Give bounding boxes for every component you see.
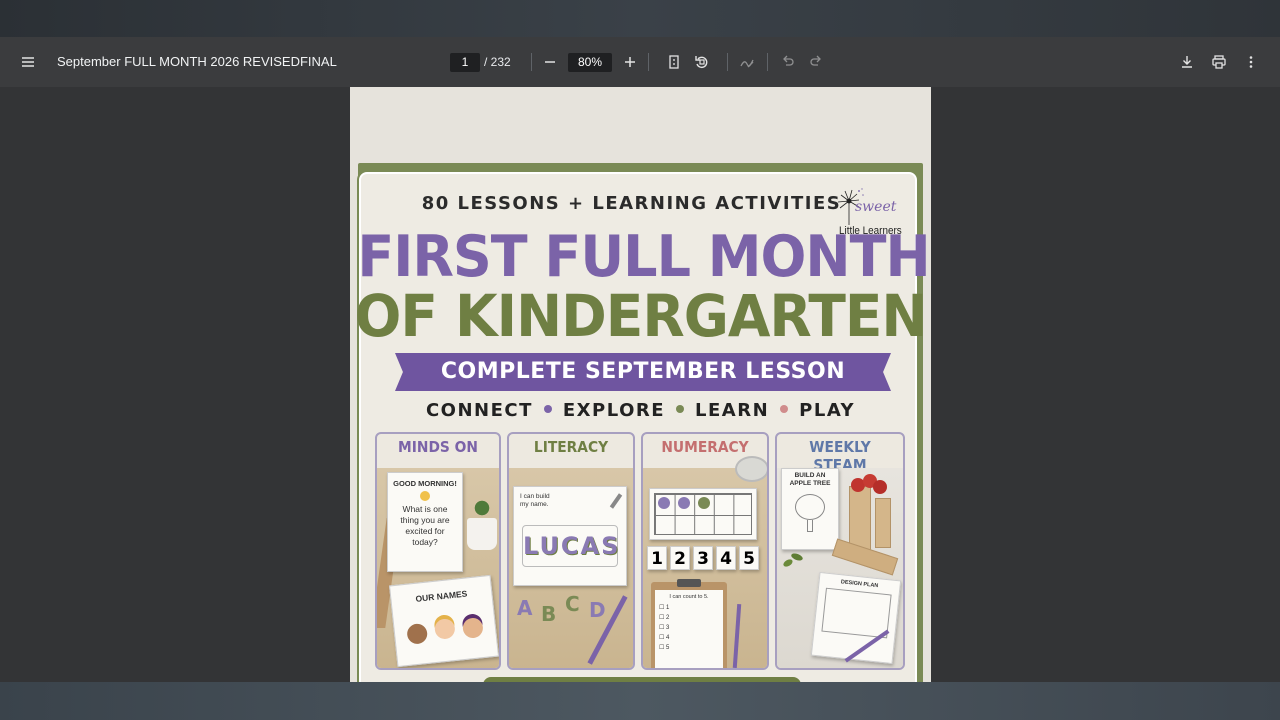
zoom-level-input[interactable]: 80% — [568, 53, 612, 72]
pdf-toolbar: September FULL MONTH 2026 REVISEDFINAL 1… — [0, 37, 1280, 87]
checklist-item: ☐ 1 — [659, 605, 670, 611]
number-tile: 3 — [693, 546, 713, 570]
page-number-input[interactable]: 1 — [450, 53, 480, 72]
toolbar-divider — [727, 53, 728, 71]
toolbar-divider — [767, 53, 768, 71]
number-tile: 4 — [716, 546, 736, 570]
cover-verbs: CONNECT EXPLORE LEARN PLAY — [350, 400, 931, 421]
steam-card: BUILD AN APPLE TREE — [781, 468, 839, 550]
ten-frame — [649, 488, 757, 540]
design-plan-box — [821, 587, 892, 639]
wooden-block — [875, 498, 891, 548]
redo-icon[interactable] — [802, 48, 830, 76]
verb-dot — [676, 405, 685, 413]
verb-connect: CONNECT — [425, 400, 533, 421]
toolbar-divider — [648, 53, 649, 71]
rotate-icon[interactable] — [688, 48, 716, 76]
print-icon[interactable] — [1205, 48, 1233, 76]
checklist-item: ☐ 4 — [659, 635, 670, 641]
panel-photo: 1 2 3 4 5 I can count to 5. ☐ 1 ☐ 2 ☐ 3 … — [643, 456, 767, 668]
panel-photo: I can build my name. LUCAS A B C D — [509, 468, 633, 668]
checklist: ☐ 1 ☐ 2 ☐ 3 ☐ 4 ☐ 5 — [659, 603, 719, 653]
number-tile: 5 — [739, 546, 759, 570]
checklist-item: ☐ 5 — [659, 645, 670, 651]
book-title: OUR NAMES — [415, 588, 468, 604]
clipboard: I can count to 5. ☐ 1 ☐ 2 ☐ 3 ☐ 4 ☐ 5 — [651, 579, 727, 668]
verb-dot — [543, 405, 552, 413]
counter-icon — [698, 497, 710, 509]
checklist-item: ☐ 3 — [659, 625, 670, 631]
page-count: / 232 — [484, 55, 511, 69]
child-face-icon — [433, 617, 456, 640]
document-title: September FULL MONTH 2026 REVISEDFINAL — [57, 54, 337, 69]
cover-banner: COMPLETE SEPTEMBER LESSON PLANS — [395, 353, 891, 391]
clipboard-text: I can count to 5. — [669, 594, 709, 600]
panel-minds-on: MINDS ON GOOD MORNING! What is one thing… — [375, 432, 501, 670]
verb-dot — [780, 405, 789, 413]
counter-icon — [678, 497, 690, 509]
panel-photo: BUILD AN APPLE TREE DESIGN PLAN — [777, 468, 903, 668]
sun-icon — [420, 491, 430, 501]
undo-icon[interactable] — [774, 48, 802, 76]
cover-title-line1: FIRST FULL MONTH — [357, 223, 930, 290]
name-building-sheet: I can build my name. LUCAS — [513, 486, 627, 586]
cover-title-line2: OF KINDERGARTEN — [354, 282, 928, 350]
zoom-in-icon[interactable] — [616, 48, 644, 76]
checklist-item: ☐ 2 — [659, 615, 670, 621]
tree-outline-icon — [795, 494, 825, 520]
number-tile: 1 — [647, 546, 667, 570]
browser-top-strip — [0, 0, 1280, 37]
plant-icon — [469, 496, 495, 520]
card-title: GOOD MORNING! — [393, 479, 457, 488]
counter-icon — [658, 497, 670, 509]
logo-word-sweet: sweet — [855, 199, 897, 215]
sheet-text: I can build my name. — [520, 493, 550, 508]
panel-heading: LITERACY — [533, 438, 609, 456]
verb-explore: EXPLORE — [562, 400, 666, 421]
menu-icon[interactable] — [14, 48, 42, 76]
child-face-icon — [461, 617, 484, 640]
letter-a: A — [517, 596, 533, 620]
apples-icon — [851, 474, 889, 496]
verb-play: PLAY — [799, 400, 856, 421]
pdf-page: 80 LESSONS + LEARNING ACTIVITIES sweet L… — [350, 87, 931, 687]
pencil-icon — [609, 493, 623, 509]
plant-pot — [467, 518, 497, 550]
clipboard-clip — [677, 579, 701, 587]
panel-literacy: LITERACY I can build my name. LUCAS A B … — [507, 432, 635, 670]
number-tiles: 1 2 3 4 5 — [647, 546, 759, 570]
card-text: What is one thing you are excited for to… — [400, 504, 450, 547]
panel-heading: MINDS ON — [398, 438, 478, 456]
letter-d: D — [589, 598, 606, 622]
morning-card: GOOD MORNING! What is one thing you are … — [387, 472, 463, 572]
panel-weekly-steam: WEEKLY STEAM BUILD AN APPLE TREE DESIGN … — [775, 432, 905, 670]
download-icon[interactable] — [1173, 48, 1201, 76]
names-book: OUR NAMES — [388, 574, 499, 668]
browser-bottom-strip — [0, 682, 1280, 720]
toolbar-divider — [531, 53, 532, 71]
annotate-icon[interactable] — [733, 48, 761, 76]
panel-numeracy: NUMERACY 1 2 3 4 5 I can count to 5. ☐ 1… — [641, 432, 769, 670]
verb-learn: LEARN — [695, 400, 770, 421]
more-vert-icon[interactable] — [1237, 48, 1265, 76]
panel-photo: GOOD MORNING! What is one thing you are … — [377, 468, 499, 668]
number-tile: 2 — [670, 546, 690, 570]
counter-bowl — [735, 456, 767, 482]
fit-page-icon[interactable] — [660, 48, 688, 76]
zoom-out-icon[interactable] — [536, 48, 564, 76]
steam-card-text: BUILD AN APPLE TREE — [789, 472, 831, 487]
tree-trunk — [807, 520, 813, 532]
child-face-icon — [406, 622, 429, 645]
letter-b: B — [541, 602, 557, 626]
panel-heading: NUMERACY — [661, 438, 749, 456]
purple-pencil-icon — [732, 603, 742, 668]
clipboard-sheet: I can count to 5. ☐ 1 ☐ 2 ☐ 3 ☐ 4 ☐ 5 — [655, 590, 723, 668]
leaf-icon — [782, 557, 794, 569]
name-letters: LUCAS — [522, 525, 618, 567]
letter-c: C — [565, 592, 580, 616]
